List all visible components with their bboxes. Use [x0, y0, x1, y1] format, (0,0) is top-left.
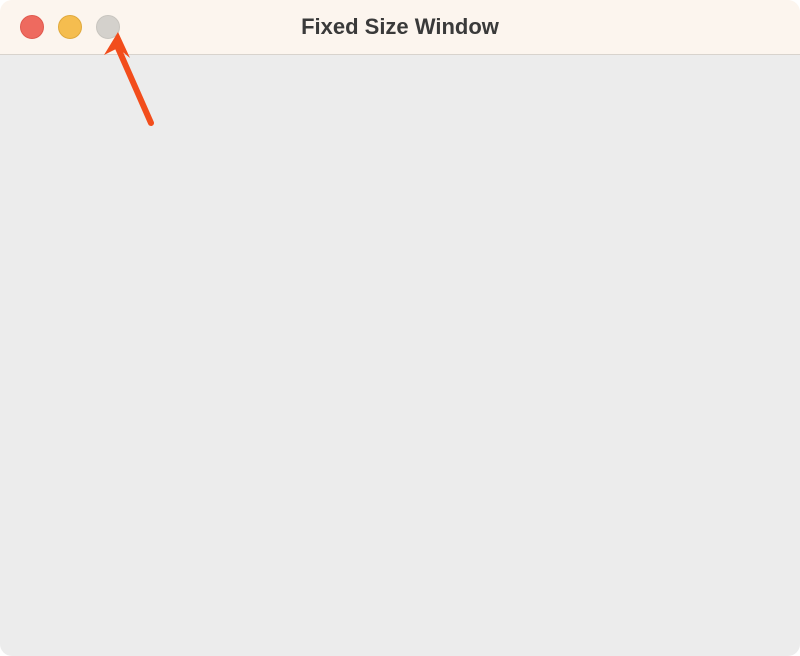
zoom-button: [96, 15, 120, 39]
window-title: Fixed Size Window: [0, 14, 800, 40]
window-content: [0, 55, 800, 656]
minimize-button[interactable]: [58, 15, 82, 39]
traffic-lights: [0, 15, 120, 39]
close-button[interactable]: [20, 15, 44, 39]
titlebar: Fixed Size Window: [0, 0, 800, 55]
application-window: Fixed Size Window: [0, 0, 800, 656]
